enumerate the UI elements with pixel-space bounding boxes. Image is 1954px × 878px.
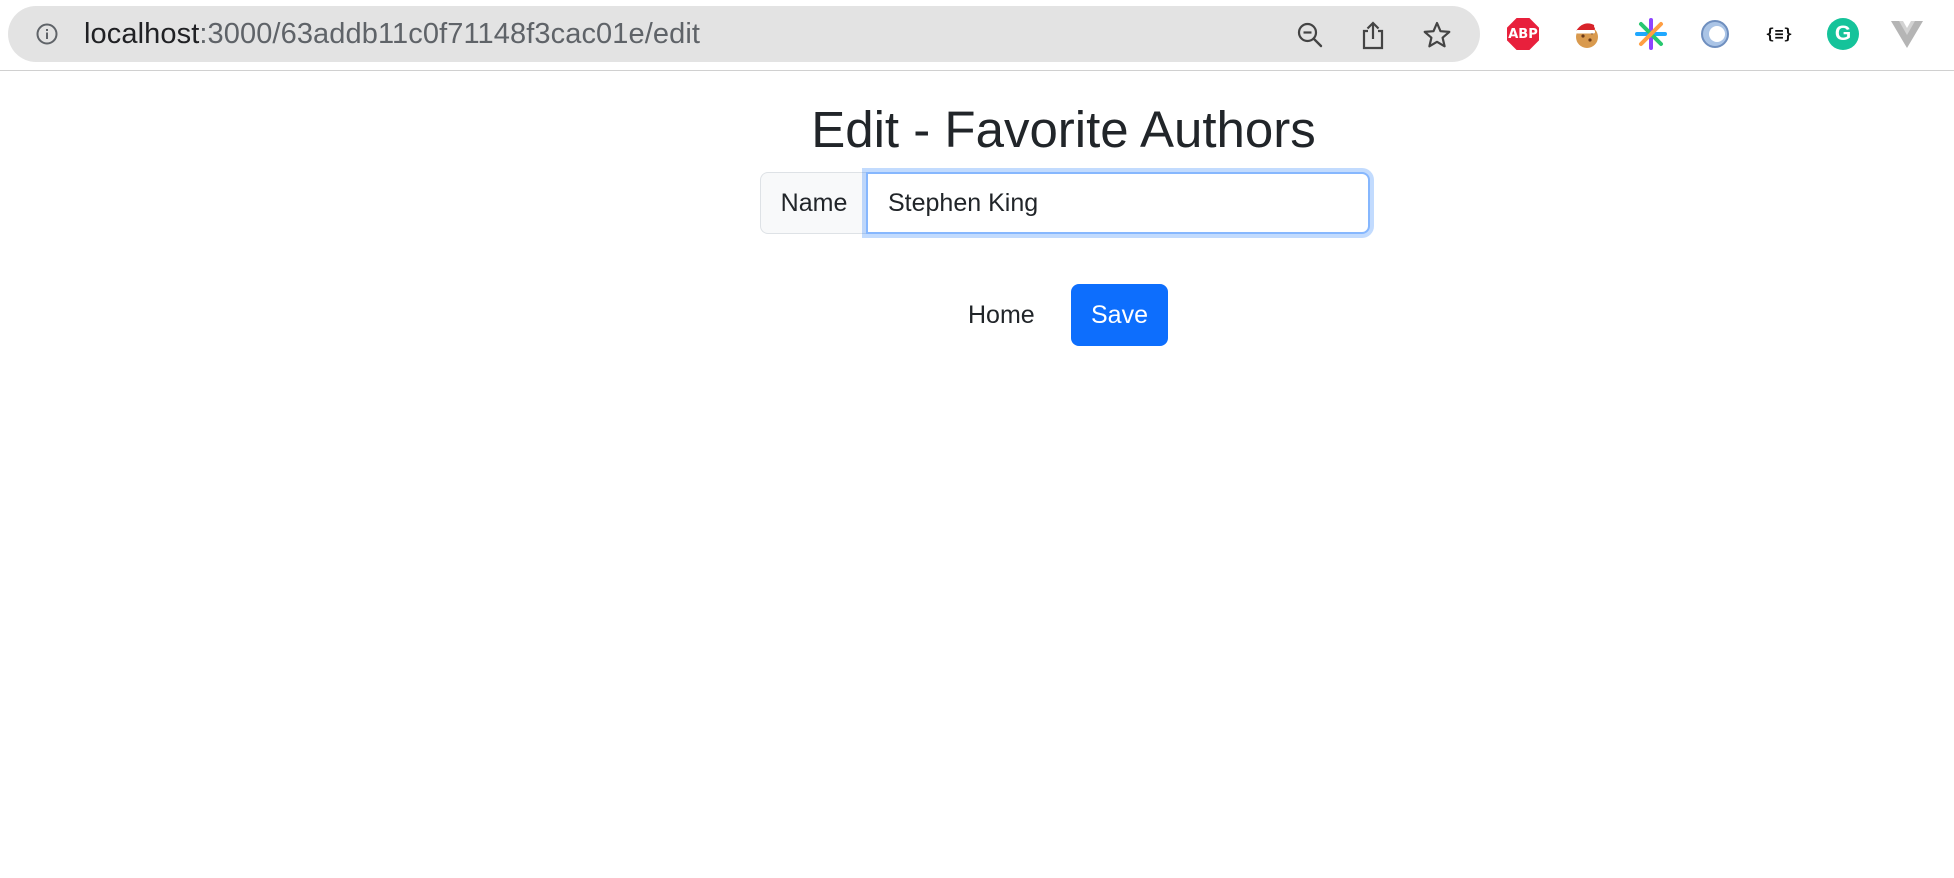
adblock-plus-extension-icon[interactable]: ABP	[1505, 16, 1541, 52]
save-button[interactable]: Save	[1071, 284, 1168, 346]
share-icon[interactable]	[1358, 20, 1388, 50]
address-bar[interactable]: localhost:3000/63addb11c0f71148f3cac01e/…	[8, 6, 1480, 62]
grammarly-extension-icon[interactable]: G	[1825, 16, 1861, 52]
sparkle-extension-icon[interactable]	[1633, 16, 1669, 52]
ring-extension-icon[interactable]	[1697, 16, 1733, 52]
name-label: Name	[760, 172, 867, 234]
name-input-group: Name	[760, 172, 1370, 234]
name-input[interactable]	[866, 172, 1370, 234]
cookie-extension-icon[interactable]	[1569, 16, 1605, 52]
url-host: localhost	[84, 18, 200, 50]
home-link[interactable]: Home	[968, 284, 1035, 346]
info-icon[interactable]	[36, 23, 58, 45]
url-text[interactable]: localhost:3000/63addb11c0f71148f3cac01e/…	[84, 18, 701, 50]
page-title: Edit - Favorite Authors	[811, 101, 1316, 158]
browser-toolbar: localhost:3000/63addb11c0f71148f3cac01e/…	[0, 0, 1954, 71]
adblock-plus-label: ABP	[1507, 18, 1539, 50]
url-path: :3000/63addb11c0f71148f3cac01e/edit	[199, 18, 701, 50]
json-viewer-label: {≡}	[1765, 25, 1793, 43]
zoom-out-icon[interactable]	[1295, 20, 1325, 50]
vue-devtools-extension-icon[interactable]	[1889, 16, 1925, 52]
json-viewer-extension-icon[interactable]: {≡}	[1761, 16, 1797, 52]
bookmark-star-icon[interactable]	[1422, 20, 1452, 50]
grammarly-label: G	[1827, 18, 1859, 50]
